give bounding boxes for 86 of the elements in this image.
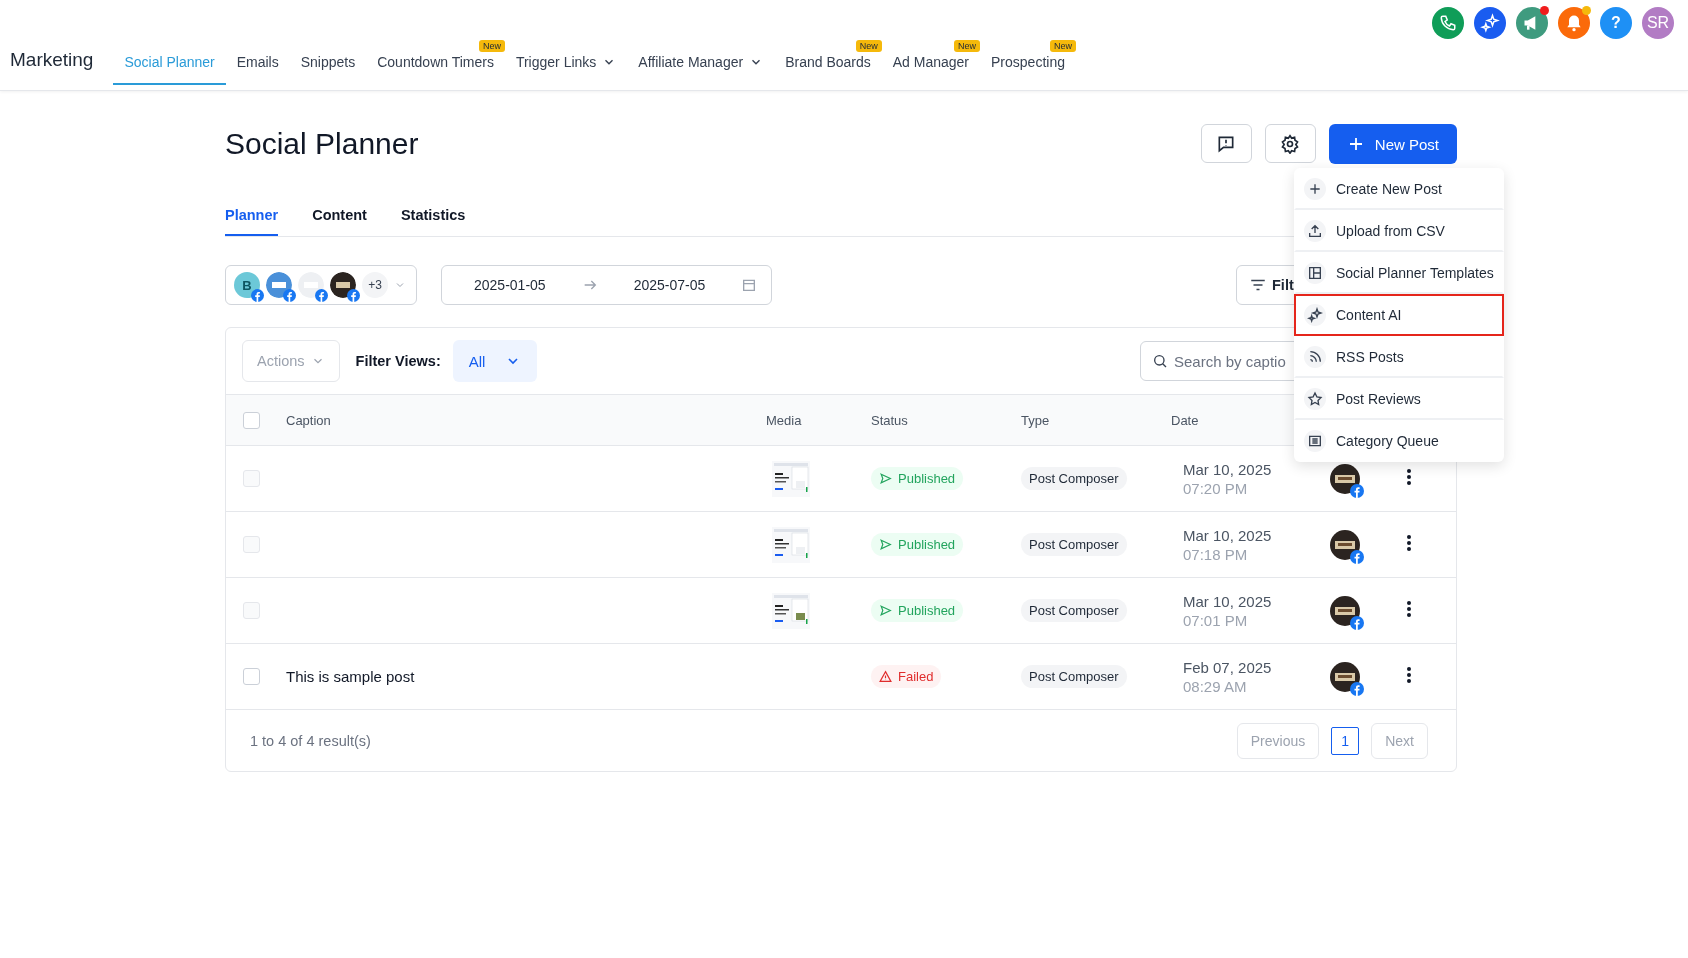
- more-count: +3: [362, 272, 388, 298]
- post-date: Mar 10, 2025: [1183, 526, 1273, 544]
- more-options-icon[interactable]: [1406, 533, 1412, 552]
- post-time: 08:29 AM: [1183, 677, 1248, 695]
- type-tag: Post Composer: [1021, 665, 1127, 688]
- facebook-icon: [1350, 483, 1364, 498]
- menu-item[interactable]: Upload from CSV: [1294, 210, 1504, 252]
- facebook-icon: [1350, 681, 1364, 696]
- select-all-checkbox[interactable]: [243, 411, 260, 429]
- status-badge: Failed: [871, 665, 942, 688]
- page-title: Social Planner: [225, 127, 419, 161]
- more-options-icon[interactable]: [1406, 467, 1412, 486]
- sparkle-icon: [1480, 13, 1500, 33]
- page-button[interactable]: 1: [1331, 726, 1360, 755]
- tab[interactable]: Content: [312, 207, 367, 236]
- megaphone-button[interactable]: [1516, 7, 1548, 39]
- post-time: 07:20 PM: [1183, 479, 1249, 497]
- tab[interactable]: Statistics: [400, 207, 466, 236]
- queue-icon: [1304, 430, 1326, 452]
- menu-item[interactable]: Create New Post: [1294, 168, 1504, 210]
- settings-button[interactable]: [1264, 124, 1316, 163]
- tab[interactable]: Planner: [225, 207, 279, 236]
- settings-icon: [1280, 133, 1301, 154]
- post-time: 07:01 PM: [1183, 611, 1249, 629]
- type-tag: Post Composer: [1021, 599, 1127, 622]
- column-header: Media: [766, 412, 803, 428]
- new-post-button[interactable]: New Post: [1328, 124, 1457, 164]
- menu-item[interactable]: RSS Posts: [1294, 336, 1504, 378]
- new-badge: New: [954, 40, 981, 52]
- phone-icon: [1439, 14, 1457, 32]
- status-badge: Published: [871, 599, 964, 622]
- post-time: 07:18 PM: [1183, 545, 1249, 563]
- feedback-button[interactable]: [1200, 124, 1252, 163]
- nav-tab[interactable]: Trigger Links: [504, 54, 628, 85]
- new-badge: New: [1049, 40, 1076, 52]
- filter-views-dropdown[interactable]: All: [452, 340, 538, 382]
- nav-tab[interactable]: Countdown Timers: [366, 54, 505, 85]
- column-header: Type: [1021, 412, 1051, 428]
- nav-tab[interactable]: Emails: [225, 54, 290, 85]
- app-title: Marketing: [10, 49, 94, 72]
- new-badge: New: [478, 40, 505, 52]
- row-checkbox[interactable]: [243, 668, 260, 685]
- status-badge: Published: [871, 467, 964, 490]
- status-badge: Published: [871, 533, 964, 556]
- facebook-icon: [283, 289, 296, 302]
- account-avatar: B: [234, 272, 260, 298]
- phone-button[interactable]: [1432, 7, 1464, 39]
- facebook-icon: [1350, 549, 1364, 564]
- post-date: Mar 10, 2025: [1183, 592, 1273, 610]
- type-tag: Post Composer: [1021, 533, 1127, 556]
- results-summary: 1 to 4 of 4 result(s): [250, 732, 371, 749]
- nav-tab[interactable]: Ad Manager: [881, 54, 981, 85]
- filter-views-label: Filter Views:: [355, 353, 441, 369]
- menu-item[interactable]: Social Planner Templates: [1294, 252, 1504, 294]
- facebook-icon: [347, 289, 360, 302]
- bell-button[interactable]: [1558, 7, 1590, 39]
- caption-text: This is sample post: [286, 667, 415, 685]
- search-icon: [1152, 353, 1168, 369]
- account-selector[interactable]: B +3: [225, 265, 417, 305]
- nav-tab[interactable]: Snippets: [289, 54, 367, 85]
- column-header: Caption: [286, 412, 332, 428]
- nav-tab[interactable]: Brand Boards: [774, 54, 882, 85]
- plus-icon: [1304, 178, 1326, 200]
- more-options-icon[interactable]: [1406, 599, 1412, 618]
- menu-item[interactable]: Content AI: [1294, 294, 1504, 336]
- nav-tab[interactable]: Prospecting: [980, 54, 1076, 85]
- rss-icon: [1304, 346, 1326, 368]
- sparkle-icon: [1304, 304, 1326, 326]
- new-badge: New: [855, 40, 882, 52]
- date-range-field[interactable]: 2025-01-05 2025-07-05: [441, 265, 773, 305]
- sparkle-button[interactable]: [1474, 7, 1506, 39]
- column-header: Status: [871, 412, 909, 428]
- menu-item[interactable]: Post Reviews: [1294, 378, 1504, 420]
- template-icon: [1304, 262, 1326, 284]
- column-header: Date: [1171, 412, 1200, 428]
- nav-tab[interactable]: Affiliate Manager: [627, 54, 775, 85]
- facebook-icon: [251, 289, 264, 302]
- post-date: Mar 10, 2025: [1183, 460, 1273, 478]
- type-tag: Post Composer: [1021, 467, 1127, 490]
- facebook-icon: [315, 289, 328, 302]
- facebook-icon: [1350, 615, 1364, 630]
- menu-item[interactable]: Category Queue: [1294, 420, 1504, 462]
- more-options-icon[interactable]: [1406, 665, 1412, 684]
- upload-icon: [1304, 220, 1326, 242]
- post-date: Feb 07, 2025: [1183, 658, 1273, 676]
- calendar-icon: [741, 277, 758, 293]
